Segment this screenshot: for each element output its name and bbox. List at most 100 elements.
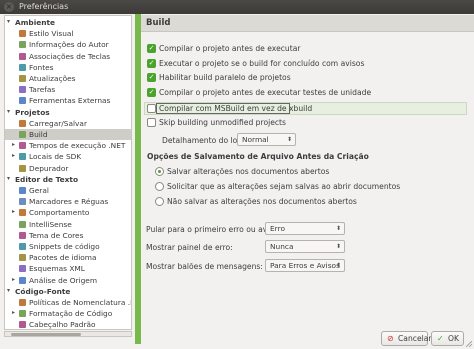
expand-arrow-icon[interactable]: ▸ — [12, 142, 18, 148]
collapse-arrow-icon[interactable]: ▾ — [7, 175, 13, 182]
tree-item-label: Estilo Visual — [29, 29, 74, 39]
tree-category[interactable]: ▾ Código-Fonte — [5, 286, 131, 297]
tree-item[interactable]: Carregar/Salvar — [5, 118, 131, 129]
tree-item[interactable]: ▸ Tempos de execução .NET — [5, 140, 131, 151]
jump-to-error-select[interactable]: Erro ⬍ — [265, 222, 345, 235]
tree-item[interactable]: Pacotes de idioma — [5, 252, 131, 263]
general-icon — [19, 187, 26, 194]
tree-item[interactable]: Snippets de código — [5, 241, 131, 252]
tree-category[interactable]: ▾ Projetos — [5, 107, 131, 118]
collapse-arrow-icon[interactable]: ▾ — [7, 19, 13, 25]
tree-item-label: Atualizações — [29, 74, 76, 83]
show-error-pad-select[interactable]: Nunca ⬍ — [265, 240, 345, 253]
collapse-arrow-icon[interactable]: ▾ — [7, 108, 13, 115]
tree-item-label: Ferramentas Externas — [29, 96, 111, 106]
tree-item-label: Tema de Cores — [29, 230, 84, 240]
tree-item[interactable]: Cabeçalho Padrão — [5, 319, 131, 329]
radio-unselected-icon[interactable] — [155, 182, 164, 191]
key-bindings-icon — [19, 52, 26, 60]
unchecked-icon[interactable] — [147, 104, 156, 113]
tree-item[interactable]: Tema de Cores — [5, 230, 131, 241]
checked-icon[interactable]: ✓ — [147, 44, 156, 53]
select-value: Normal — [242, 135, 269, 144]
radio-unselected-icon[interactable] — [155, 197, 164, 206]
expand-arrow-icon[interactable]: ▸ — [12, 209, 18, 215]
tree-item[interactable]: Informações do Autor — [5, 39, 131, 50]
resize-grip-icon[interactable] — [466, 341, 472, 347]
tree-item-label: Informações do Autor — [29, 40, 109, 50]
tree-item[interactable]: IntelliSense — [5, 219, 131, 230]
tree-item[interactable]: Geral — [5, 185, 131, 196]
tree-item-label: Análise de Origem — [29, 275, 98, 285]
code-formatting-icon — [19, 310, 26, 318]
tree-item[interactable]: ▸ Análise de Origem — [5, 275, 131, 286]
debugger-icon — [19, 164, 26, 172]
build-icon — [19, 131, 26, 138]
external-tools-icon — [19, 97, 26, 105]
tree-item[interactable]: ▸ Comportamento — [5, 207, 131, 218]
visual-style-icon — [19, 30, 26, 38]
option-label: Compilar com MSBuild em vez de xbuild — [159, 104, 313, 113]
tree-item-label: Tempos de execução .NET — [29, 141, 126, 151]
tree-item-label: Geral — [29, 186, 49, 195]
behavior-icon — [19, 209, 26, 217]
sidebar-horizontal-scrollbar[interactable] — [4, 331, 132, 337]
radio-label: Salvar alterações nos documentos abertos — [167, 167, 330, 176]
author-info-icon — [19, 41, 26, 49]
tree-item-label: Build — [29, 130, 48, 139]
checked-icon[interactable]: ✓ — [147, 59, 156, 68]
expand-arrow-icon[interactable]: ▸ — [12, 153, 18, 159]
close-window-icon[interactable]: × — [4, 2, 14, 12]
option-label: Habilitar build paralelo de projetos — [159, 73, 291, 82]
tree-category[interactable]: ▾ Editor de Texto — [5, 174, 131, 185]
tree-item-label: Associações de Teclas — [29, 51, 111, 61]
cancel-button[interactable]: ⊘ Cancelar — [381, 331, 432, 346]
option-label: Executar o projeto se o build for conclu… — [159, 59, 365, 68]
panel-accent-bar — [135, 14, 141, 344]
tree-item-label: Tarefas — [29, 85, 56, 95]
select-value: Nunca — [270, 242, 294, 251]
expand-arrow-icon[interactable]: ▸ — [12, 276, 18, 283]
collapse-arrow-icon[interactable]: ▾ — [7, 287, 13, 294]
tree-item-label: IntelliSense — [29, 219, 72, 229]
option-label: Skip building unmodified projects — [159, 118, 286, 127]
log-detail-select[interactable]: Normal ⬍ — [237, 133, 296, 146]
tree-item-label: Políticas de Nomenclatura .NET — [29, 298, 131, 307]
tree-item[interactable]: Build — [5, 129, 131, 140]
checked-icon[interactable]: ✓ — [147, 88, 156, 97]
tree-item[interactable]: Ferramentas Externas — [5, 95, 131, 106]
expand-arrow-icon[interactable]: ▸ — [12, 310, 18, 316]
tree-item-label: Código-Fonte — [15, 286, 71, 296]
tree-item[interactable]: Depurador — [5, 163, 131, 174]
tree-item[interactable]: Marcadores e Réguas — [5, 196, 131, 207]
scrollbar-thumb[interactable] — [11, 333, 81, 336]
tree-item[interactable]: Associações de Teclas — [5, 51, 131, 62]
tree-item[interactable]: Esquemas XML — [5, 263, 131, 274]
tree-item[interactable]: Fontes — [5, 62, 131, 73]
unchecked-icon[interactable] — [147, 118, 156, 127]
radio-label: Solicitar que as alterações sejam salvas… — [167, 182, 401, 191]
tree-item[interactable]: ▸ Locais de SDK — [5, 151, 131, 162]
tree-item-label: Depurador — [29, 163, 69, 173]
preferences-tree[interactable]: ▾ Ambiente Estilo Visual Informações do Aut… — [4, 15, 132, 330]
tree-item-label: Projetos — [15, 107, 50, 117]
select-value: Para Erros e Avisos — [270, 261, 340, 270]
ok-button[interactable]: ✓ OK — [431, 331, 464, 346]
tree-item[interactable]: Atualizações — [5, 73, 131, 84]
tree-item[interactable]: ▸ Formatação de Código — [5, 308, 131, 319]
radio-selected-icon[interactable] — [155, 167, 164, 176]
tree-item-label: Carregar/Salvar — [29, 118, 87, 128]
tree-item-label: Ambiente — [15, 18, 56, 27]
tree-item[interactable]: Estilo Visual — [5, 28, 131, 39]
checked-icon[interactable]: ✓ — [147, 73, 156, 82]
tree-category[interactable]: ▾ Ambiente — [5, 17, 131, 28]
code-snippets-icon — [19, 243, 26, 250]
window-title: Preferências — [19, 2, 69, 11]
markers-rulers-icon — [19, 198, 26, 206]
preferences-window: × Preferências ▾ Ambiente Estilo Visual Inf… — [0, 0, 474, 349]
tree-item[interactable]: Tarefas — [5, 84, 131, 95]
tree-item[interactable]: Políticas de Nomenclatura .NET — [5, 297, 131, 308]
jump-to-error-label: Pular para o primeiro erro ou aviso: — [146, 225, 281, 234]
show-balloons-select[interactable]: Para Erros e Avisos ⬍ — [265, 259, 345, 272]
color-theme-icon — [19, 231, 26, 239]
